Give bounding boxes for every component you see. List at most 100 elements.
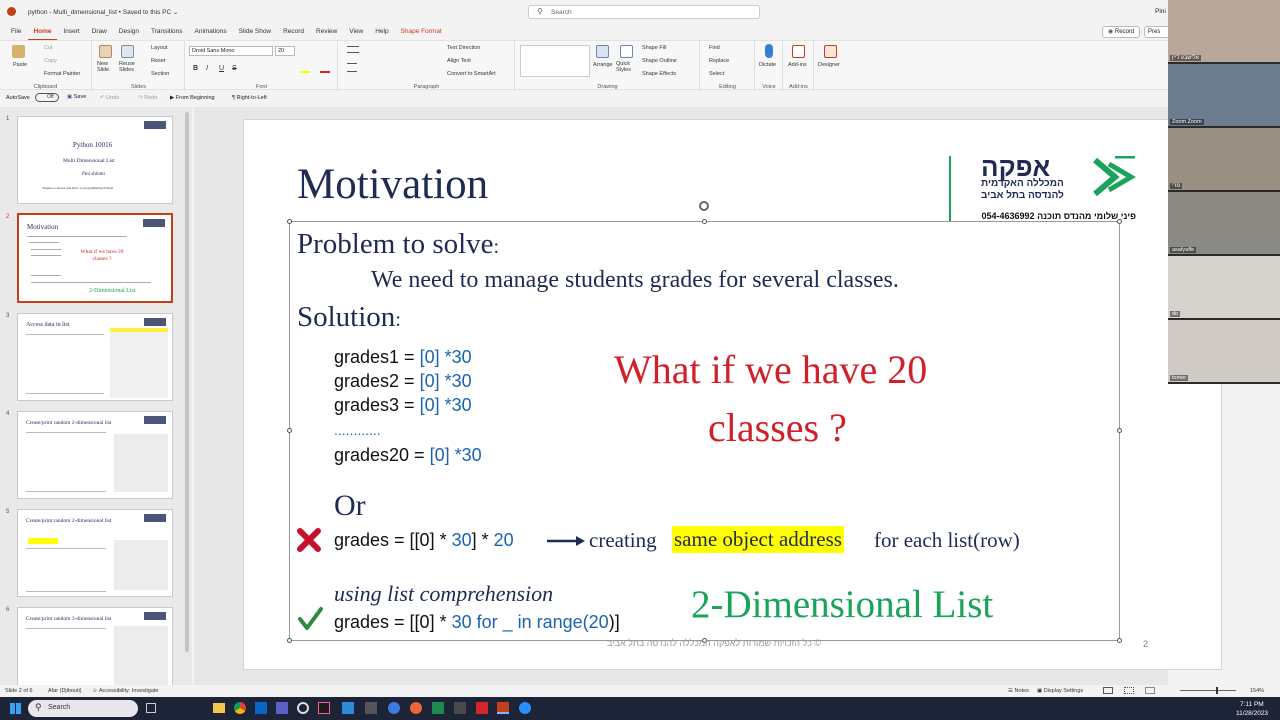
select-button[interactable]: Select bbox=[709, 71, 724, 77]
app-icon[interactable] bbox=[432, 702, 444, 714]
zoom-thumb[interactable] bbox=[1216, 687, 1218, 694]
microphone-icon[interactable] bbox=[765, 44, 773, 58]
font-family-select[interactable]: Droid Sans Mono bbox=[189, 46, 273, 56]
tab-draw[interactable]: Draw bbox=[87, 25, 112, 39]
slide-thumbnail-4[interactable]: Create/print random 2-dimensional list bbox=[17, 411, 173, 499]
video-tile[interactable]: asafyaffe bbox=[1168, 192, 1280, 254]
tab-shape-format[interactable]: Shape Format bbox=[396, 25, 447, 39]
zoom-app-icon[interactable] bbox=[519, 702, 531, 714]
video-tile[interactable]: אלישבע דיין bbox=[1168, 0, 1280, 62]
slide-sorter-icon[interactable] bbox=[1124, 687, 1134, 694]
windows-start-icon[interactable] bbox=[10, 703, 21, 714]
resize-handle[interactable] bbox=[1117, 638, 1122, 643]
thumbnail-scrollbar[interactable] bbox=[185, 112, 189, 652]
addins-button[interactable]: Add-ins bbox=[788, 62, 807, 68]
tab-home[interactable]: Home bbox=[28, 25, 57, 41]
section-button[interactable]: Section bbox=[151, 71, 169, 77]
zoom-level[interactable]: 154% bbox=[1250, 688, 1264, 694]
cut-button[interactable]: Cut bbox=[44, 45, 53, 51]
app-icon[interactable] bbox=[388, 702, 400, 714]
tab-review[interactable]: Review bbox=[311, 25, 342, 39]
search-box[interactable]: ⚲ Search bbox=[528, 5, 760, 19]
bold-button[interactable]: B bbox=[193, 65, 198, 72]
align-text-button[interactable]: Align Text bbox=[447, 58, 471, 64]
video-tile[interactable]: מרי bbox=[1168, 128, 1280, 190]
task-view-icon[interactable] bbox=[146, 703, 156, 713]
acrobat-icon[interactable] bbox=[476, 702, 488, 714]
record-button[interactable]: ◉ Record bbox=[1102, 26, 1140, 38]
quick-styles-icon[interactable] bbox=[620, 45, 633, 58]
slide-thumbnail-6[interactable]: Create/print random 3-dimensional list bbox=[17, 607, 173, 695]
video-tile[interactable]: Zoom Zoom bbox=[1168, 64, 1280, 126]
rotate-handle-icon[interactable] bbox=[699, 201, 709, 211]
save-button[interactable]: ▣ Save bbox=[67, 94, 86, 100]
tab-record[interactable]: Record bbox=[278, 25, 309, 39]
video-tile[interactable]: do bbox=[1168, 256, 1280, 318]
underline-button[interactable]: U bbox=[219, 65, 224, 72]
from-beginning-button[interactable]: ▶ From Beginning bbox=[170, 95, 215, 101]
display-settings-button[interactable]: ▣ Display Settings bbox=[1037, 688, 1083, 694]
app-icon[interactable] bbox=[410, 702, 422, 714]
reading-view-icon[interactable] bbox=[1145, 687, 1155, 694]
shape-outline-button[interactable]: Shape Outline bbox=[642, 58, 677, 64]
app-icon[interactable] bbox=[365, 702, 377, 714]
tab-animations[interactable]: Animations bbox=[190, 25, 232, 39]
tab-file[interactable]: File bbox=[6, 25, 26, 39]
quick-styles-button[interactable]: Quick Styles bbox=[616, 61, 634, 73]
app-icon[interactable] bbox=[454, 702, 466, 714]
resize-handle[interactable] bbox=[287, 219, 292, 224]
zoom-slider[interactable] bbox=[1180, 690, 1236, 691]
copy-button[interactable]: Copy bbox=[44, 58, 57, 64]
resize-handle[interactable] bbox=[287, 638, 292, 643]
tab-view[interactable]: View bbox=[344, 25, 368, 39]
align-left-icon[interactable] bbox=[347, 63, 357, 72]
powerpoint-taskbar-icon[interactable] bbox=[497, 702, 509, 714]
tab-help[interactable]: Help bbox=[370, 25, 393, 39]
undo-button[interactable]: ↶ Undo bbox=[100, 95, 119, 101]
pycharm-icon[interactable] bbox=[318, 702, 330, 714]
resize-handle[interactable] bbox=[1117, 428, 1122, 433]
new-slide-icon[interactable] bbox=[99, 45, 112, 58]
taskbar-search[interactable]: ⚲ Search bbox=[28, 700, 138, 717]
reuse-slides-button[interactable]: Reuse Slides bbox=[119, 61, 137, 73]
paste-icon[interactable] bbox=[12, 45, 25, 58]
smartart-button[interactable]: Convert to SmartArt bbox=[447, 71, 496, 77]
accessibility-status[interactable]: ☺ Accessibility: Investigate bbox=[92, 688, 158, 694]
slide-thumbnail-5[interactable]: Create/print random 2-dimensional list bbox=[17, 509, 173, 597]
tab-transitions[interactable]: Transitions bbox=[146, 25, 188, 39]
normal-view-icon[interactable] bbox=[1103, 687, 1113, 694]
tab-slide-show[interactable]: Slide Show bbox=[234, 25, 277, 39]
tab-insert[interactable]: Insert bbox=[58, 25, 84, 39]
outlook-icon[interactable] bbox=[255, 702, 267, 714]
replace-button[interactable]: Replace bbox=[709, 58, 729, 64]
strikethrough-button[interactable]: S bbox=[232, 65, 237, 72]
font-color-icon[interactable] bbox=[320, 71, 330, 73]
designer-button[interactable]: Designer bbox=[818, 62, 840, 68]
paste-button[interactable]: Paste bbox=[13, 62, 27, 68]
present-button[interactable]: Pres bbox=[1144, 26, 1170, 38]
designer-icon[interactable] bbox=[824, 45, 837, 58]
italic-button[interactable]: I bbox=[206, 65, 208, 72]
font-size-select[interactable]: 20 bbox=[275, 46, 295, 56]
app-icon[interactable] bbox=[297, 702, 309, 714]
slide-thumbnail-3[interactable]: Access data in list bbox=[17, 313, 173, 401]
find-button[interactable]: Find bbox=[709, 45, 720, 51]
vscode-icon[interactable] bbox=[342, 702, 354, 714]
right-to-left-button[interactable]: ¶ Right-to-Left bbox=[232, 95, 267, 101]
notes-button[interactable]: ☰ Notes bbox=[1008, 688, 1029, 694]
reset-button[interactable]: Reset bbox=[151, 58, 165, 64]
addins-icon[interactable] bbox=[792, 45, 805, 58]
user-name[interactable]: Pini bbox=[1155, 8, 1166, 15]
arrange-icon[interactable] bbox=[596, 45, 609, 58]
slide-thumbnail-1[interactable]: Python 10016 Multi Dimensional List Pini… bbox=[17, 116, 173, 204]
autosave-toggle[interactable]: Off bbox=[35, 93, 59, 102]
slide-thumbnail-2[interactable]: Motivation What if we have 20 classes ? … bbox=[17, 213, 173, 303]
shape-fill-button[interactable]: Shape Fill bbox=[642, 45, 666, 51]
format-painter-button[interactable]: Format Painter bbox=[44, 71, 80, 77]
shapes-gallery[interactable] bbox=[520, 45, 590, 77]
teams-icon[interactable] bbox=[276, 702, 288, 714]
chrome-icon[interactable] bbox=[234, 702, 246, 714]
new-slide-button[interactable]: New Slide bbox=[97, 61, 115, 73]
text-direction-button[interactable]: Text Direction bbox=[447, 45, 480, 51]
highlight-color-icon[interactable] bbox=[300, 71, 310, 73]
